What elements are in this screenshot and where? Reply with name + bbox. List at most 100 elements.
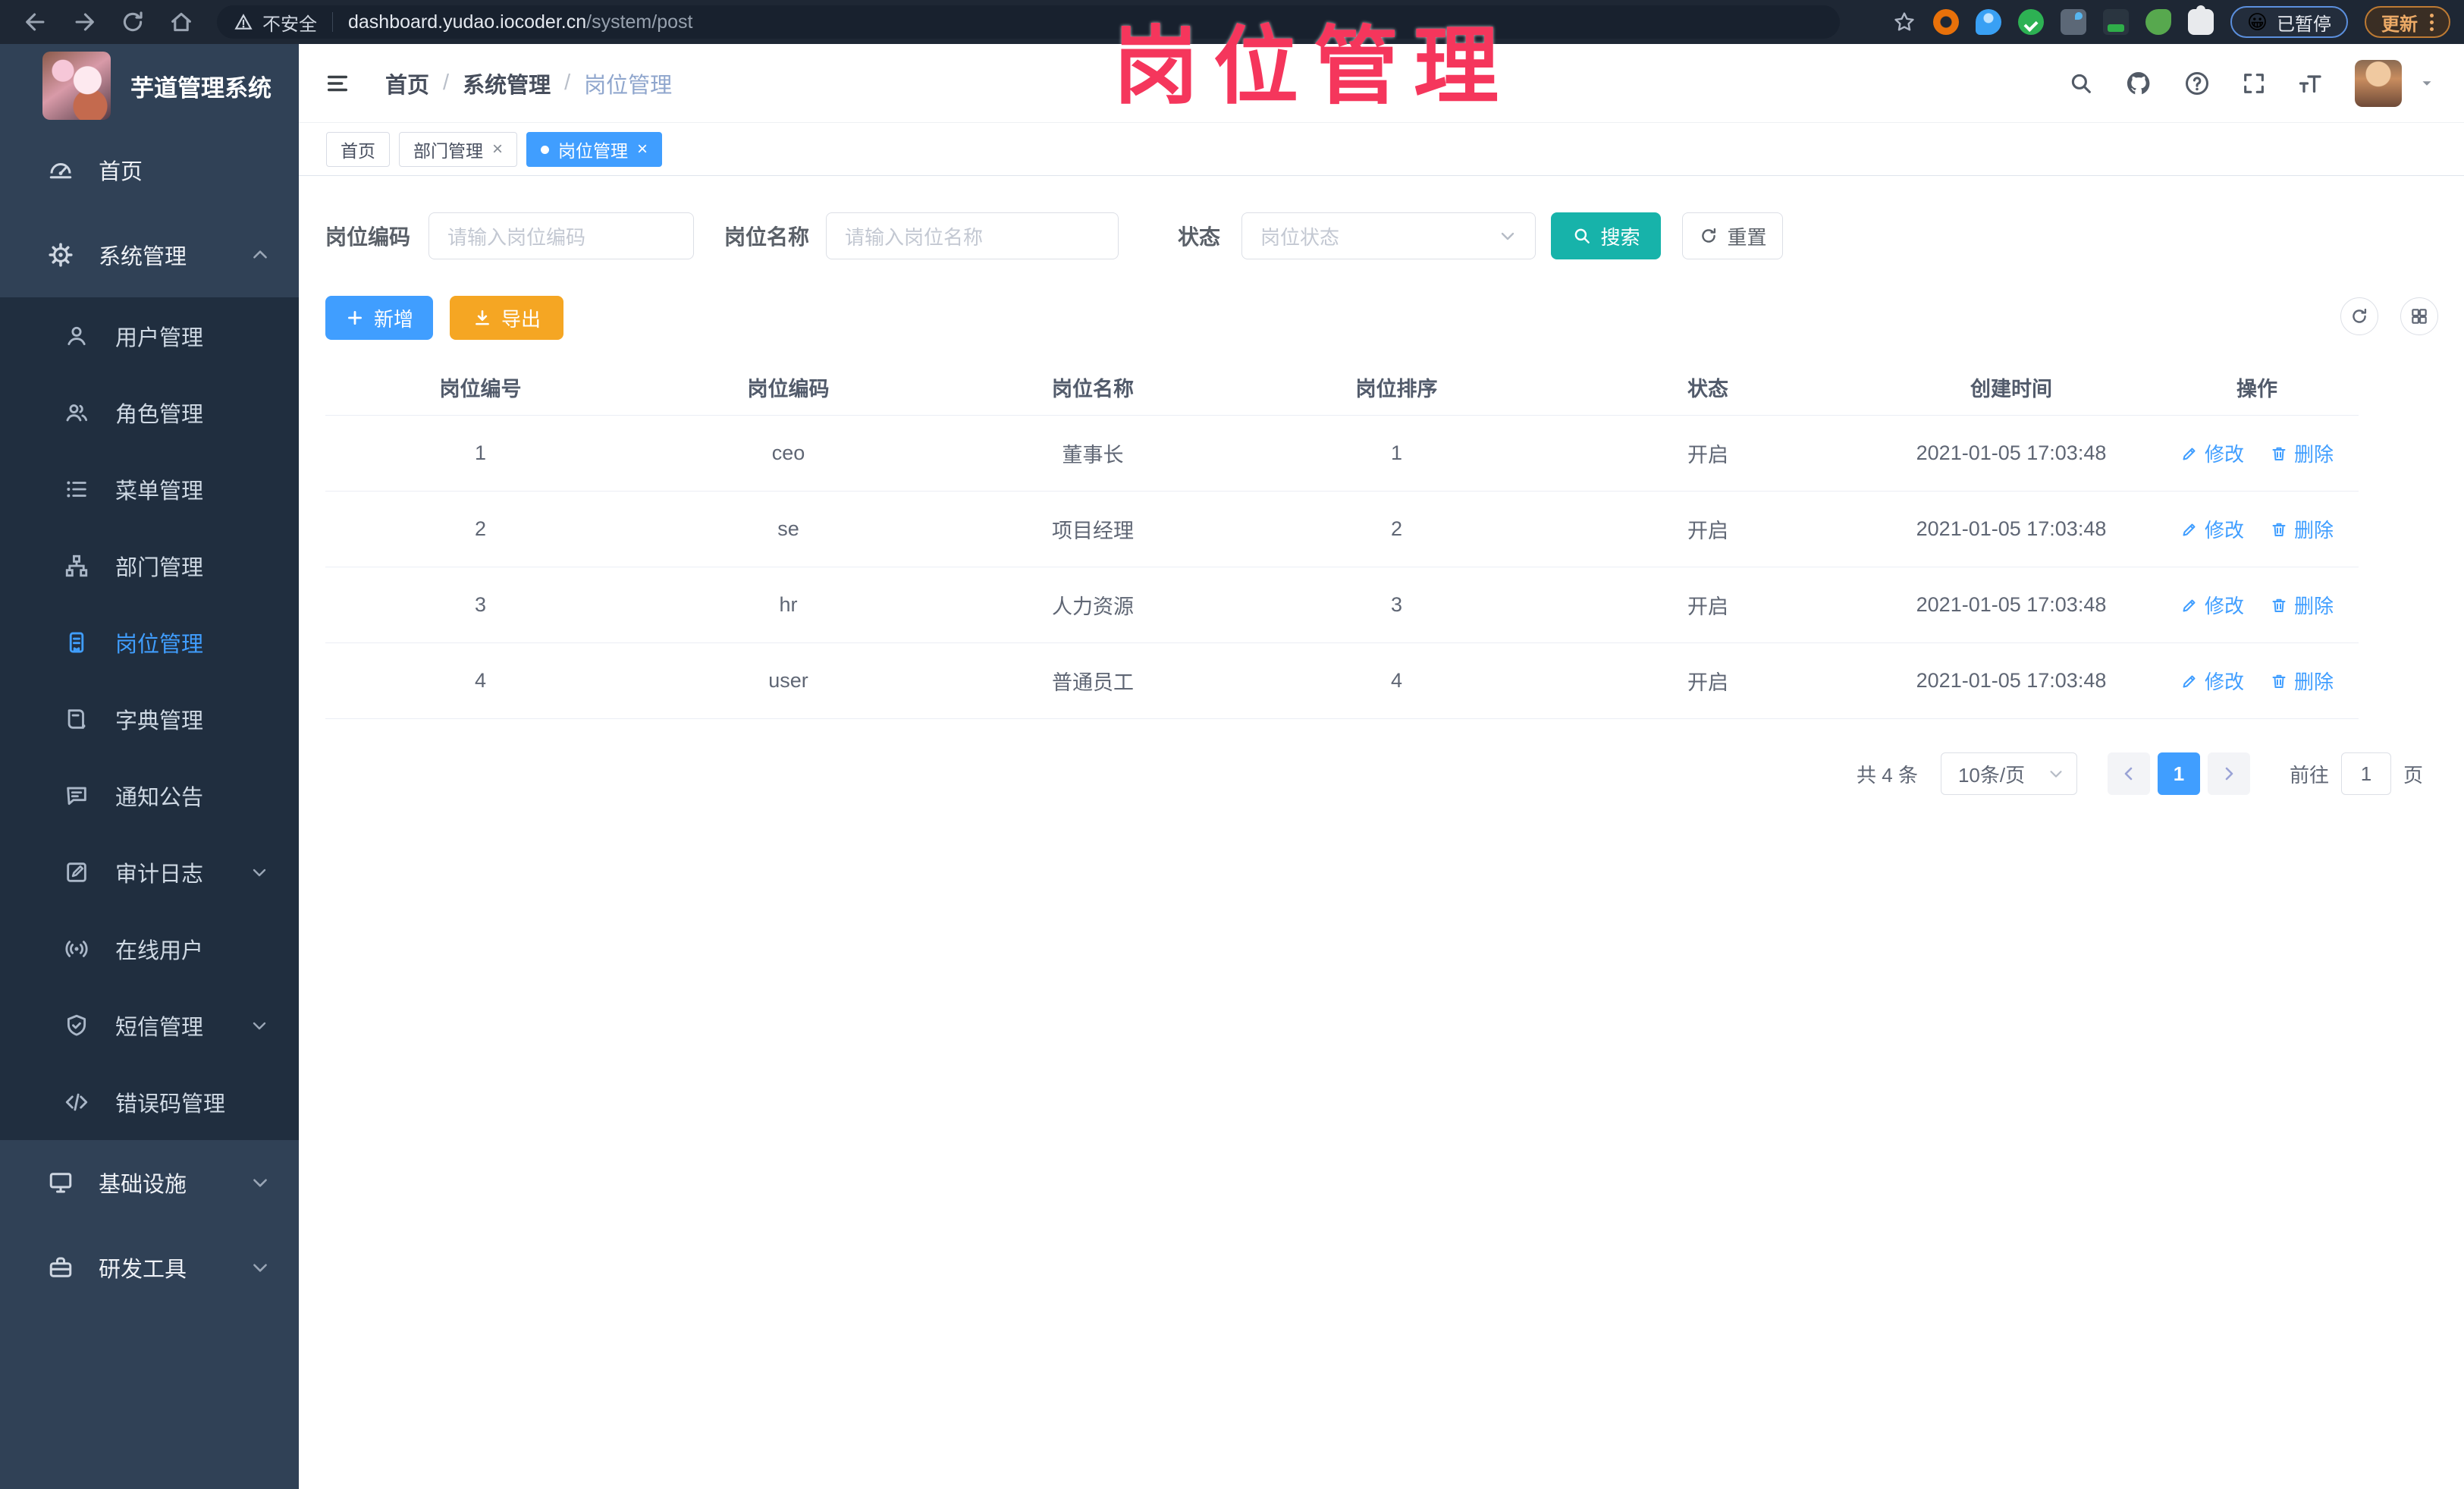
column-settings-button[interactable] xyxy=(2400,297,2438,335)
edit-link[interactable]: 修改 xyxy=(2180,591,2244,619)
search-button[interactable]: 搜索 xyxy=(1551,212,1662,259)
sidebar-subitem-users[interactable]: 用户管理 xyxy=(0,297,299,374)
browser-toolbar-right: 😀 已暂停 更新 xyxy=(1892,0,2450,44)
extension-icon-leaf[interactable] xyxy=(2145,9,2171,35)
cell-status: 开启 xyxy=(1549,491,1867,567)
sidebar-item-label: 系统管理 xyxy=(99,245,187,269)
chevron-up-icon xyxy=(250,245,270,265)
add-button[interactable]: 新增 xyxy=(325,296,433,340)
delete-link[interactable]: 删除 xyxy=(2270,591,2334,619)
chevron-down-icon xyxy=(250,1173,270,1192)
breadcrumb-current: 岗位管理 xyxy=(584,73,673,98)
page-size-select[interactable]: 10条/页 xyxy=(1940,752,2077,795)
tab-home[interactable]: 首页 xyxy=(326,132,390,167)
avatar-caret-down-icon[interactable] xyxy=(2418,75,2435,92)
chevron-down-icon xyxy=(250,863,268,881)
cell-created: 2021-01-05 17:03:48 xyxy=(1867,642,2155,719)
kebab-menu-icon[interactable] xyxy=(2430,13,2434,31)
sidebar-item-label: 短信管理 xyxy=(115,1015,204,1040)
paused-label: 已暂停 xyxy=(2277,14,2331,35)
browser-back-icon[interactable] xyxy=(23,9,49,35)
cell-created: 2021-01-05 17:03:48 xyxy=(1867,567,2155,643)
shield-check-icon xyxy=(64,1013,89,1038)
search-button-label: 搜索 xyxy=(1600,225,1640,249)
delete-link[interactable]: 删除 xyxy=(2270,515,2334,543)
col-header-post-name: 岗位名称 xyxy=(941,359,1245,416)
extension-icon-ubuntu[interactable] xyxy=(1932,9,1959,35)
delete-link[interactable]: 删除 xyxy=(2270,439,2334,467)
trash-icon xyxy=(2270,445,2288,463)
close-icon[interactable]: × xyxy=(492,140,503,159)
font-size-icon[interactable] xyxy=(2297,70,2324,97)
tab-label: 首页 xyxy=(341,141,375,161)
github-icon[interactable] xyxy=(2124,69,2153,98)
pencil-icon xyxy=(2180,445,2199,463)
extension-icon-pin[interactable] xyxy=(1975,9,2001,35)
sidebar-subitem-menus[interactable]: 菜单管理 xyxy=(0,451,299,527)
status-select[interactable]: 岗位状态 xyxy=(1241,212,1536,259)
close-icon[interactable]: × xyxy=(637,140,648,159)
reset-button[interactable]: 重置 xyxy=(1682,212,1784,259)
refresh-table-button[interactable] xyxy=(2340,297,2378,335)
browser-update-chip[interactable]: 更新 xyxy=(2365,6,2450,38)
sidebar-subitem-notices[interactable]: 通知公告 xyxy=(0,757,299,834)
extensions-puzzle-icon[interactable] xyxy=(2187,5,2214,35)
extension-icon-check[interactable] xyxy=(2017,9,2044,35)
sidebar-logo-row[interactable]: 芋道管理系统 xyxy=(0,44,299,127)
browser-reload-icon[interactable] xyxy=(120,9,146,35)
col-header-status: 状态 xyxy=(1549,359,1867,416)
fullscreen-icon[interactable] xyxy=(2241,71,2267,96)
search-icon[interactable] xyxy=(2068,71,2094,96)
edit-link[interactable]: 修改 xyxy=(2180,515,2244,543)
total-count-label: 共 4 条 xyxy=(1857,763,1918,787)
sidebar-subitem-departments[interactable]: 部门管理 xyxy=(0,527,299,604)
browser-home-icon[interactable] xyxy=(168,9,194,35)
user-avatar[interactable] xyxy=(2355,59,2402,107)
breadcrumb-system[interactable]: 系统管理 xyxy=(463,68,551,99)
sidebar-item-infrastructure[interactable]: 基础设施 xyxy=(0,1140,299,1225)
sidebar-subitem-online-users[interactable]: 在线用户 xyxy=(0,910,299,987)
sidebar-subitem-audit-log[interactable]: 审计日志 xyxy=(0,834,299,910)
edit-link[interactable]: 修改 xyxy=(2180,439,2244,467)
omnibox-divider xyxy=(332,12,333,32)
page-suffix-label: 页 xyxy=(2403,763,2423,787)
sidebar-subitem-roles[interactable]: 角色管理 xyxy=(0,374,299,451)
export-button[interactable]: 导出 xyxy=(450,296,563,340)
post-name-input[interactable]: 请输入岗位名称 xyxy=(826,212,1119,259)
breadcrumb-home[interactable]: 首页 xyxy=(385,68,429,99)
prev-page-button[interactable] xyxy=(2107,752,2150,795)
sidebar-item-home[interactable]: 首页 xyxy=(0,127,299,212)
sidebar-item-label: 岗位管理 xyxy=(115,632,204,657)
sidebar-subitem-error-codes[interactable]: 错误码管理 xyxy=(0,1063,299,1140)
browser-forward-icon[interactable] xyxy=(71,9,97,35)
table-row: 3 hr 人力资源 3 开启 2021-01-05 17:03:48 修改 删除 xyxy=(325,567,2359,643)
bookmark-star-icon[interactable] xyxy=(1892,10,1916,34)
monitor-icon xyxy=(47,1169,74,1196)
sidebar-subitem-posts[interactable]: 岗位管理 xyxy=(0,604,299,680)
extension-icon-drop[interactable] xyxy=(2060,9,2086,35)
extension-icon-git[interactable] xyxy=(2102,9,2129,35)
security-label[interactable]: 不安全 xyxy=(262,9,317,36)
tab-posts[interactable]: 岗位管理 × xyxy=(526,132,663,167)
profile-paused-chip[interactable]: 😀 已暂停 xyxy=(2230,6,2348,38)
tab-departments[interactable]: 部门管理 × xyxy=(399,132,518,167)
sidebar-item-label: 部门管理 xyxy=(115,555,204,580)
edit-link[interactable]: 修改 xyxy=(2180,667,2244,695)
post-code-input[interactable]: 请输入岗位编码 xyxy=(428,212,695,259)
goto-page-input[interactable]: 1 xyxy=(2340,752,2391,795)
sidebar-item-dev-tools[interactable]: 研发工具 xyxy=(0,1225,299,1310)
delete-link[interactable]: 删除 xyxy=(2270,667,2334,695)
sidebar-subitem-dictionary[interactable]: 字典管理 xyxy=(0,680,299,757)
sidebar-subitem-sms[interactable]: 短信管理 xyxy=(0,987,299,1063)
table-toolbar: 新增 导出 xyxy=(325,296,563,340)
sidebar-item-system[interactable]: 系统管理 xyxy=(0,212,299,297)
hamburger-menu-icon[interactable] xyxy=(325,71,350,96)
page-number-button[interactable]: 1 xyxy=(2157,752,2200,795)
help-question-icon[interactable] xyxy=(2183,70,2211,97)
not-secure-warning-icon[interactable] xyxy=(234,12,253,32)
sidebar: 芋道管理系统 首页 系统管理 用户管理 角色管理 菜单管理 部门管理 岗位管理 xyxy=(0,44,299,1489)
trash-icon xyxy=(2270,672,2288,690)
toolbox-icon xyxy=(47,1254,74,1281)
next-page-button[interactable] xyxy=(2207,752,2250,795)
address-bar[interactable]: 不安全 dashboard.yudao.iocoder.cn/system/po… xyxy=(217,5,1840,39)
